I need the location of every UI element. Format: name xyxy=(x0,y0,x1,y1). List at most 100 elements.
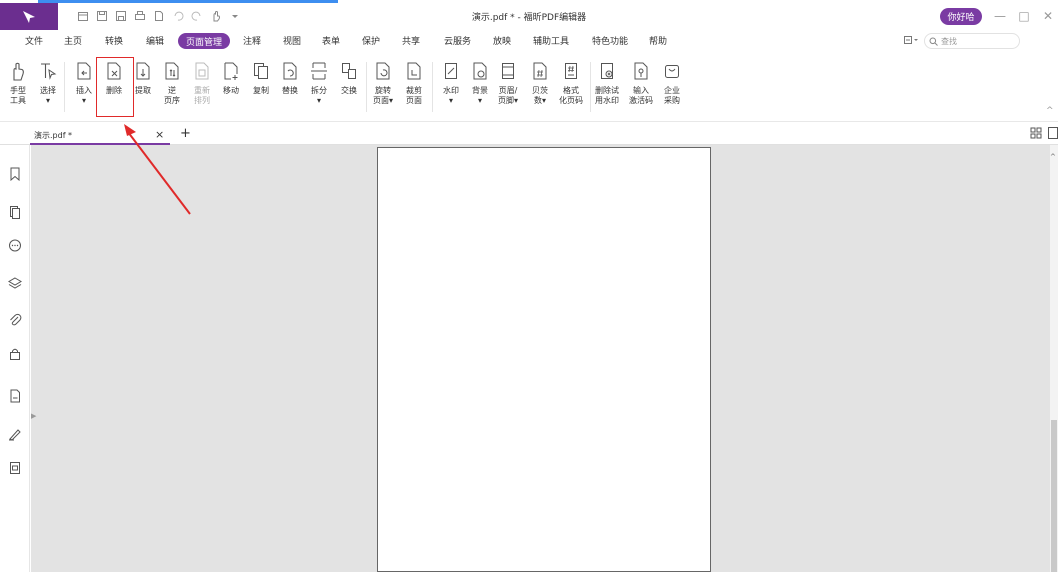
close-window-icon[interactable]: ✕ xyxy=(1040,8,1056,24)
enterprise-purchase-button[interactable]: 企业 采购 xyxy=(662,60,682,106)
tab-close-icon[interactable]: × xyxy=(155,128,164,141)
tool-label: ▾ xyxy=(477,96,482,105)
menu-features[interactable]: 特色功能 xyxy=(592,34,628,47)
menu-edit[interactable]: 编辑 xyxy=(146,34,164,47)
tool-label: ▾ xyxy=(81,96,86,105)
format-page-number-button[interactable]: 格式 化页码 xyxy=(559,60,583,106)
search-placeholder: 查找 xyxy=(941,36,957,46)
left-sidebar xyxy=(0,145,30,572)
login-button[interactable]: 你好哈 xyxy=(940,8,982,25)
replace-page-button[interactable]: 替换 xyxy=(280,60,300,96)
header-footer-button[interactable]: 页眉/页脚▾ xyxy=(498,60,518,106)
document-icon[interactable] xyxy=(8,389,22,403)
search-input[interactable]: 查找 xyxy=(924,33,1020,49)
menu-bar: 文件 主页 转换 编辑 注释 视图 表单 保护 共享 云服务 放映 辅助工具 特… xyxy=(0,30,1058,52)
document-tab[interactable]: 演示.pdf * × xyxy=(30,127,170,145)
tool-label: 采购 xyxy=(664,96,680,105)
ribbon-separator xyxy=(432,62,433,112)
page-number-icon xyxy=(561,60,581,82)
signature-icon[interactable] xyxy=(8,427,22,441)
maximize-icon[interactable]: □ xyxy=(1016,8,1032,24)
crop-page-icon xyxy=(404,60,424,82)
insert-page-button[interactable]: 插入 ▾ xyxy=(74,60,94,106)
new-tab-icon[interactable]: + xyxy=(180,126,191,141)
insert-page-icon xyxy=(74,60,94,82)
pages-icon[interactable] xyxy=(8,205,22,219)
attachment-icon[interactable] xyxy=(8,313,22,327)
tool-label: 排列 xyxy=(194,96,210,105)
tool-label: 数▾ xyxy=(533,96,546,105)
tool-label: 贝茨 xyxy=(532,86,548,95)
search-icon xyxy=(929,37,938,46)
security-icon[interactable] xyxy=(8,347,22,361)
copy-page-icon xyxy=(251,60,271,82)
tool-label: 裁剪 xyxy=(406,86,422,95)
tool-label: 页脚▾ xyxy=(498,96,519,105)
tool-label: 激活码 xyxy=(629,96,653,105)
layers-icon[interactable] xyxy=(8,277,22,291)
bookmark-icon[interactable] xyxy=(8,167,22,181)
tool-label: 复制 xyxy=(253,86,269,95)
remove-watermark-icon xyxy=(597,60,617,82)
split-document-button[interactable]: 拆分 ▾ xyxy=(309,60,329,106)
rotate-page-button[interactable]: 旋转 页面▾ xyxy=(373,60,393,106)
menu-comment[interactable]: 注释 xyxy=(243,34,261,47)
bates-number-icon xyxy=(530,60,550,82)
minimize-icon[interactable]: — xyxy=(992,8,1008,24)
scrollbar-thumb[interactable] xyxy=(1051,420,1057,572)
scroll-up-icon[interactable]: ^ xyxy=(1050,153,1056,161)
form-icon[interactable] xyxy=(8,461,22,475)
menu-form[interactable]: 表单 xyxy=(322,34,340,47)
header-footer-icon xyxy=(498,60,518,82)
delete-highlight-box xyxy=(96,57,134,117)
menu-file[interactable]: 文件 xyxy=(25,34,43,47)
reverse-pages-icon xyxy=(162,60,182,82)
tool-label: 输入 xyxy=(633,86,649,95)
comment-icon[interactable] xyxy=(8,239,22,253)
menu-cloud[interactable]: 云服务 xyxy=(444,34,471,47)
search-options-icon[interactable] xyxy=(904,35,920,48)
search-area: 查找 xyxy=(904,33,1020,49)
select-tool-button[interactable]: 选择 ▾ xyxy=(38,60,58,106)
extract-page-icon xyxy=(133,60,153,82)
menu-home[interactable]: 主页 xyxy=(64,34,82,47)
tool-label: 拆分 xyxy=(311,86,327,95)
menu-view[interactable]: 视图 xyxy=(283,34,301,47)
ribbon-collapse-icon[interactable]: ^ xyxy=(1046,106,1054,116)
swap-pages-icon xyxy=(339,60,359,82)
remove-trial-watermark-button[interactable]: 删除试 用水印 xyxy=(595,60,619,106)
menu-page-management[interactable]: 页面管理 xyxy=(178,33,230,49)
tool-label: 工具 xyxy=(10,96,26,105)
hand-tool-button[interactable]: 手型 工具 xyxy=(8,60,28,106)
panel-toggle-icon[interactable] xyxy=(1048,127,1058,142)
activation-code-button[interactable]: 输入 激活码 xyxy=(629,60,653,106)
copy-page-button[interactable]: 复制 xyxy=(251,60,271,96)
extract-page-button[interactable]: 提取 xyxy=(133,60,153,96)
menu-share[interactable]: 共享 xyxy=(402,34,420,47)
bates-number-button[interactable]: 贝茨 数▾ xyxy=(530,60,550,106)
move-page-button[interactable]: 移动 xyxy=(221,60,241,96)
ribbon-separator xyxy=(590,62,591,112)
menu-help[interactable]: 帮助 xyxy=(649,34,667,47)
sidebar-expand-icon[interactable]: ▶ xyxy=(31,412,36,420)
reverse-pages-button[interactable]: 逆页序 xyxy=(162,60,182,106)
rearrange-pages-icon xyxy=(192,60,212,82)
pdf-page[interactable] xyxy=(377,147,711,572)
tool-label: 删除试 xyxy=(595,86,619,95)
tool-label: 页眉/ xyxy=(498,86,518,95)
menu-protect[interactable]: 保护 xyxy=(362,34,380,47)
hand-icon xyxy=(8,60,28,82)
menu-convert[interactable]: 转换 xyxy=(105,34,123,47)
background-icon xyxy=(470,60,490,82)
watermark-button[interactable]: 水印 ▾ xyxy=(441,60,461,106)
swap-pages-button[interactable]: 交换 xyxy=(339,60,359,96)
menu-accessibility[interactable]: 辅助工具 xyxy=(533,34,569,47)
menu-slideshow[interactable]: 放映 xyxy=(493,34,511,47)
crop-page-button[interactable]: 裁剪 页面 xyxy=(404,60,424,106)
grid-view-icon[interactable] xyxy=(1030,127,1042,142)
split-icon xyxy=(309,60,329,82)
tool-label: 交换 xyxy=(341,86,357,95)
tool-label: ▾ xyxy=(316,96,321,105)
background-button[interactable]: 背景 ▾ xyxy=(470,60,490,106)
tool-label: 页序 xyxy=(164,96,180,105)
